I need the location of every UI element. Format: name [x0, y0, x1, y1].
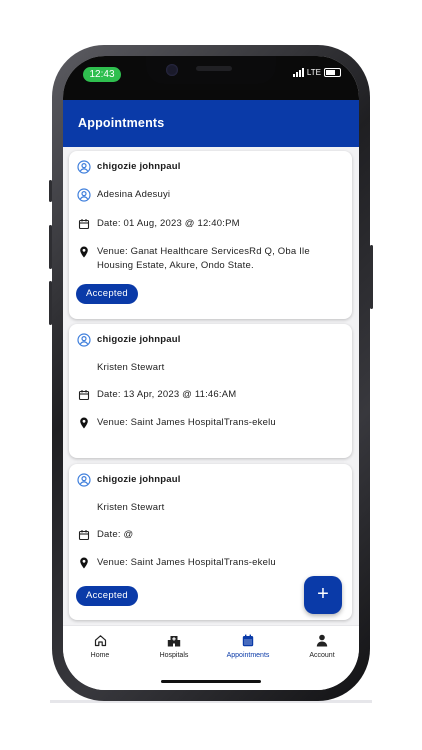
volume-down-button	[49, 281, 52, 325]
silent-switch	[49, 180, 52, 202]
doctor-row: Adesina Adesuyi	[77, 188, 344, 202]
status-badge: Accepted	[76, 284, 139, 304]
person-icon	[285, 632, 359, 648]
nav-item-appointments[interactable]: Appointments	[211, 632, 285, 659]
nav-item-hospitals[interactable]: Hospitals	[137, 632, 211, 659]
venue-row: Venue: Ganat Healthcare ServicesRd Q, Ob…	[77, 245, 344, 273]
status-badge: Accepted	[76, 586, 139, 606]
nav-label: Account	[309, 652, 335, 659]
appointment-list[interactable]: chigozie johnpaul Adesina Adesuyi Date: …	[63, 147, 359, 625]
calendar-icon	[211, 632, 285, 648]
battery-icon	[324, 68, 341, 77]
person-circle-icon	[77, 473, 91, 487]
earpiece-speaker	[196, 66, 232, 71]
doctor-name: Kristen Stewart	[97, 502, 165, 513]
add-appointment-button[interactable]: +	[304, 576, 342, 614]
doctor-row: Kristen Stewart	[77, 361, 344, 375]
person-circle-icon	[77, 333, 91, 347]
phone-screen: 12:43 LTE Appointments chigozie johnpaul…	[63, 56, 359, 690]
person-circle-icon	[77, 160, 91, 174]
calendar-icon	[77, 388, 91, 402]
nav-label: Hospitals	[159, 652, 189, 659]
patient-name: chigozie johnpaul	[97, 334, 181, 345]
calendar-icon	[77, 528, 91, 542]
appointment-date: Date: @	[97, 529, 134, 540]
appointment-date: Date: 01 Aug, 2023 @ 12:40:PM	[97, 218, 240, 229]
nav-item-home[interactable]: Home	[63, 632, 137, 659]
page-title: Appointments	[78, 116, 165, 130]
location-pin-icon	[77, 556, 91, 570]
nav-label: Home	[90, 652, 110, 659]
appointment-venue: Venue: Ganat Healthcare ServicesRd Q, Ob…	[97, 246, 310, 271]
volume-up-button	[49, 225, 52, 269]
phone-frame: 12:43 LTE Appointments chigozie johnpaul…	[49, 45, 373, 701]
front-camera	[166, 64, 178, 76]
date-row: Date: @	[77, 528, 344, 542]
venue-row: Venue: Saint James HospitalTrans-ekelu	[77, 556, 344, 570]
date-row: Date: 13 Apr, 2023 @ 11:46:AM	[77, 388, 344, 402]
appointment-card[interactable]: chigozie johnpaul Kristen Stewart Date: …	[69, 324, 352, 458]
appointment-venue: Venue: Saint James HospitalTrans-ekelu	[97, 417, 276, 428]
date-row: Date: 01 Aug, 2023 @ 12:40:PM	[77, 217, 344, 231]
appointment-date: Date: 13 Apr, 2023 @ 11:46:AM	[97, 389, 237, 400]
location-pin-icon	[77, 416, 91, 430]
home-icon	[63, 632, 137, 648]
doctor-row: Kristen Stewart	[77, 501, 344, 515]
location-pin-icon	[77, 245, 91, 259]
patient-row: chigozie johnpaul	[77, 473, 344, 487]
hospital-icon	[137, 632, 211, 648]
nav-label: Appointments	[226, 652, 270, 659]
venue-row: Venue: Saint James HospitalTrans-ekelu	[77, 416, 344, 430]
patient-row: chigozie johnpaul	[77, 333, 344, 347]
patient-row: chigozie johnpaul	[77, 160, 344, 174]
appointment-card[interactable]: chigozie johnpaul Adesina Adesuyi Date: …	[69, 151, 352, 319]
appointment-venue: Venue: Saint James HospitalTrans-ekelu	[97, 557, 276, 568]
patient-name: chigozie johnpaul	[97, 161, 181, 172]
status-indicators: LTE	[292, 68, 341, 77]
app-bar: Appointments	[63, 100, 359, 147]
calendar-icon	[77, 217, 91, 231]
status-time: 12:43	[83, 67, 121, 82]
network-type: LTE	[306, 68, 321, 77]
home-indicator[interactable]	[161, 680, 261, 683]
notch	[146, 56, 276, 84]
doctor-name: Kristen Stewart	[97, 362, 165, 373]
patient-name: chigozie johnpaul	[97, 474, 181, 485]
power-button	[370, 245, 373, 309]
nav-item-account[interactable]: Account	[285, 632, 359, 659]
person-circle-icon	[77, 188, 91, 202]
signal-icon	[292, 68, 304, 77]
doctor-name: Adesina Adesuyi	[97, 189, 171, 200]
